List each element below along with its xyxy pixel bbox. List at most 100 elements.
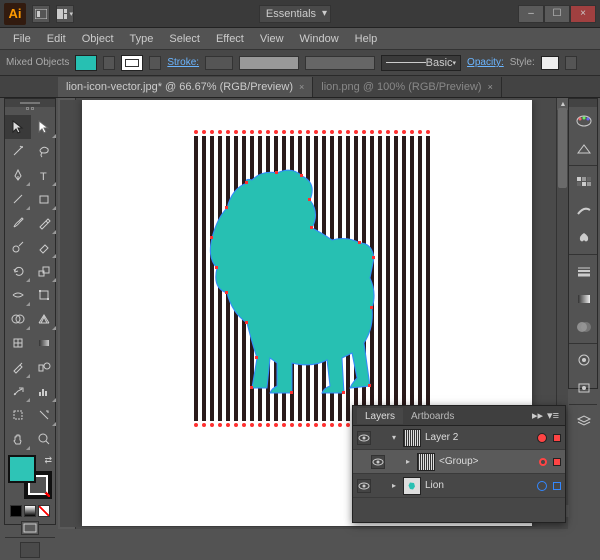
menu-select[interactable]: Select bbox=[162, 31, 207, 47]
fill-dropdown[interactable] bbox=[103, 56, 115, 70]
target-icon[interactable] bbox=[539, 458, 547, 466]
eyedropper-tool[interactable] bbox=[5, 355, 31, 379]
scroll-thumb[interactable] bbox=[558, 108, 567, 188]
lasso-tool[interactable] bbox=[31, 139, 57, 163]
layer-row[interactable]: ▸ <Group> bbox=[353, 450, 565, 474]
artboard-tool[interactable] bbox=[5, 403, 31, 427]
screen-mode-normal[interactable] bbox=[21, 521, 39, 535]
symbols-panel-icon[interactable] bbox=[569, 224, 599, 252]
column-graph-tool[interactable] bbox=[31, 379, 57, 403]
menu-file[interactable]: File bbox=[6, 31, 38, 47]
fill-stroke-control[interactable]: ⇄ bbox=[8, 455, 52, 499]
blend-tool[interactable] bbox=[31, 355, 57, 379]
slice-tool[interactable] bbox=[31, 403, 57, 427]
gradient-panel-icon[interactable] bbox=[569, 285, 599, 313]
stroke-dropdown[interactable] bbox=[149, 56, 161, 70]
symbol-sprayer-tool[interactable] bbox=[5, 379, 31, 403]
menu-effect[interactable]: Effect bbox=[209, 31, 251, 47]
appearance-panel-icon[interactable] bbox=[569, 346, 599, 374]
bridge-icon[interactable] bbox=[32, 5, 50, 23]
expand-toggle[interactable]: ▸ bbox=[389, 481, 399, 490]
target-icon[interactable] bbox=[537, 481, 547, 491]
gradient-tool[interactable] bbox=[31, 331, 57, 355]
color-mode-solid[interactable] bbox=[10, 505, 22, 517]
panel-grip[interactable] bbox=[5, 99, 55, 107]
opacity-link[interactable]: Opacity: bbox=[467, 57, 504, 68]
layer-row[interactable]: ▸ Lion bbox=[353, 474, 565, 498]
eraser-tool[interactable] bbox=[31, 235, 57, 259]
stroke-panel-icon[interactable] bbox=[569, 257, 599, 285]
shape-builder-tool[interactable] bbox=[5, 307, 31, 331]
mesh-tool[interactable] bbox=[5, 331, 31, 355]
draw-mode[interactable] bbox=[20, 542, 40, 558]
close-icon[interactable]: × bbox=[488, 82, 493, 92]
scale-tool[interactable] bbox=[31, 259, 57, 283]
blob-brush-tool[interactable] bbox=[5, 235, 31, 259]
close-icon[interactable]: × bbox=[299, 82, 304, 92]
menu-type[interactable]: Type bbox=[123, 31, 161, 47]
panel-collapse-icon[interactable]: ▸▸ bbox=[532, 409, 543, 422]
perspective-grid-tool[interactable] bbox=[31, 307, 57, 331]
hand-tool[interactable] bbox=[5, 427, 31, 451]
expand-toggle[interactable]: ▸ bbox=[403, 457, 413, 466]
swap-icon[interactable]: ⇄ bbox=[44, 455, 52, 466]
visibility-toggle[interactable] bbox=[357, 431, 371, 445]
transparency-panel-icon[interactable] bbox=[569, 313, 599, 341]
layers-panel-icon[interactable] bbox=[569, 407, 599, 435]
menu-view[interactable]: View bbox=[253, 31, 291, 47]
rectangle-tool[interactable] bbox=[31, 187, 57, 211]
fill-swatch[interactable] bbox=[75, 55, 97, 71]
style-swatch[interactable] bbox=[541, 56, 559, 70]
rotate-tool[interactable] bbox=[5, 259, 31, 283]
layer-name[interactable]: Layer 2 bbox=[425, 432, 533, 443]
pen-tool[interactable] bbox=[5, 163, 31, 187]
toolbox-column-toggle[interactable] bbox=[24, 107, 36, 115]
paintbrush-tool[interactable] bbox=[5, 211, 31, 235]
style-dropdown[interactable] bbox=[565, 56, 577, 70]
pencil-tool[interactable] bbox=[31, 211, 57, 235]
maximize-button[interactable]: ☐ bbox=[544, 5, 570, 23]
expand-toggle[interactable]: ▾ bbox=[389, 433, 399, 442]
layer-row[interactable]: ▾ Layer 2 bbox=[353, 426, 565, 450]
doc-tab-inactive[interactable]: lion.png @ 100% (RGB/Preview)× bbox=[313, 77, 502, 97]
line-tool[interactable] bbox=[5, 187, 31, 211]
target-icon[interactable] bbox=[537, 433, 547, 443]
fill-box[interactable] bbox=[8, 455, 36, 483]
menu-edit[interactable]: Edit bbox=[40, 31, 73, 47]
stroke-link[interactable]: Stroke: bbox=[167, 57, 199, 68]
doc-tab-active[interactable]: lion-icon-vector.jpg* @ 66.67% (RGB/Prev… bbox=[58, 77, 313, 97]
visibility-toggle[interactable] bbox=[371, 455, 385, 469]
swatches-panel-icon[interactable] bbox=[569, 168, 599, 196]
stroke-weight[interactable] bbox=[205, 56, 233, 70]
menu-object[interactable]: Object bbox=[75, 31, 121, 47]
minimize-button[interactable]: – bbox=[518, 5, 544, 23]
color-mode-gradient[interactable] bbox=[24, 505, 36, 517]
tab-layers[interactable]: Layers bbox=[357, 408, 403, 424]
type-tool[interactable]: T bbox=[31, 163, 57, 187]
brush-basic[interactable]: Basic▾ bbox=[381, 55, 461, 71]
width-tool[interactable] bbox=[5, 283, 31, 307]
magic-wand-tool[interactable] bbox=[5, 139, 31, 163]
color-guide-icon[interactable] bbox=[569, 135, 599, 163]
selection-tool[interactable] bbox=[5, 115, 31, 139]
color-mode-none[interactable] bbox=[38, 505, 50, 517]
layers-panel[interactable]: Layers Artboards ▸▸▾≡ ▾ Layer 2 ▸ <Group… bbox=[352, 405, 566, 523]
panel-grip[interactable] bbox=[569, 99, 597, 107]
panel-menu-icon[interactable]: ▾≡ bbox=[547, 409, 559, 422]
close-button[interactable]: × bbox=[570, 5, 596, 23]
layer-name[interactable]: <Group> bbox=[439, 456, 535, 467]
menu-help[interactable]: Help bbox=[348, 31, 385, 47]
workspace-switcher[interactable]: Essentials bbox=[259, 5, 331, 23]
menu-window[interactable]: Window bbox=[293, 31, 346, 47]
visibility-toggle[interactable] bbox=[357, 479, 371, 493]
var-width-profile[interactable] bbox=[239, 56, 299, 70]
color-panel-icon[interactable] bbox=[569, 107, 599, 135]
zoom-tool[interactable] bbox=[31, 427, 57, 451]
layer-name[interactable]: Lion bbox=[425, 480, 533, 491]
graphic-styles-icon[interactable] bbox=[569, 374, 599, 402]
stroke-swatch[interactable] bbox=[121, 55, 143, 71]
free-transform-tool[interactable] bbox=[31, 283, 57, 307]
tab-artboards[interactable]: Artboards bbox=[403, 408, 462, 424]
brush-def[interactable] bbox=[305, 56, 375, 70]
direct-selection-tool[interactable] bbox=[31, 115, 57, 139]
